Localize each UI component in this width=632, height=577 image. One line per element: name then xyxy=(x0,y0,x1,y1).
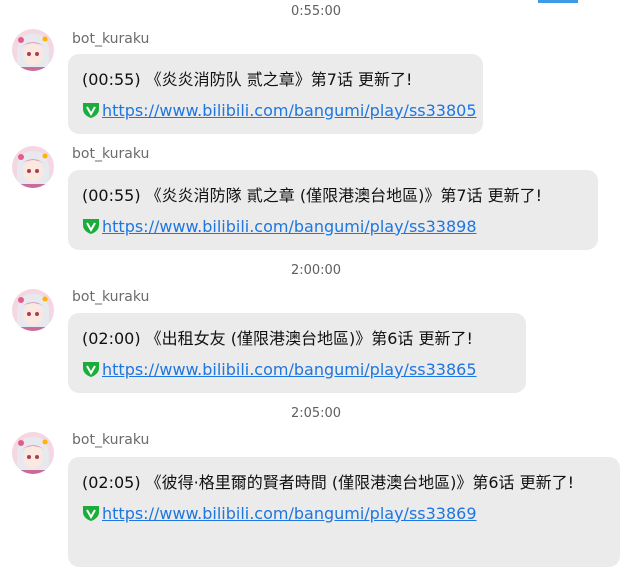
sender-name: bot_kuraku xyxy=(72,146,150,162)
anime-avatar-icon xyxy=(12,146,54,188)
link-row: https://www.bilibili.com/bangumi/play/ss… xyxy=(82,211,582,241)
link-row: https://www.bilibili.com/bangumi/play/ss… xyxy=(82,354,510,384)
sender-name: bot_kuraku xyxy=(72,31,150,47)
anime-avatar-icon xyxy=(12,432,54,474)
v-shield-icon xyxy=(82,101,100,119)
message-link[interactable]: https://www.bilibili.com/bangumi/play/ss… xyxy=(102,101,477,120)
message-link[interactable]: https://www.bilibili.com/bangumi/play/ss… xyxy=(102,217,477,236)
sender-name: bot_kuraku xyxy=(72,432,150,448)
avatar[interactable] xyxy=(12,29,54,71)
link-row: https://www.bilibili.com/bangumi/play/ss… xyxy=(82,95,477,125)
timestamp: 2:00:00 xyxy=(290,263,342,278)
scroll-indicator xyxy=(538,0,578,3)
message-bubble: (00:55) 《炎炎消防隊 貳之章 (僅限港澳台地區)》第7话 更新了! ht… xyxy=(68,170,598,250)
message-text: (00:55) 《炎炎消防队 贰之章》第7话 更新了! xyxy=(82,70,413,89)
anime-avatar-icon xyxy=(12,289,54,331)
message-text: (02:00) 《出租女友 (僅限港澳台地區)》第6话 更新了! xyxy=(82,329,473,348)
message-bubble: (02:05) 《彼得·格里爾的賢者時間 (僅限港澳台地區)》第6话 更新了! … xyxy=(68,457,620,567)
anime-avatar-icon xyxy=(12,29,54,71)
avatar[interactable] xyxy=(12,289,54,331)
v-shield-icon xyxy=(82,504,100,522)
message-text: (02:05) 《彼得·格里爾的賢者時間 (僅限港澳台地區)》第6话 更新了! xyxy=(82,473,575,492)
message-bubble: (02:00) 《出租女友 (僅限港澳台地區)》第6话 更新了! https:/… xyxy=(68,313,526,393)
v-shield-icon xyxy=(82,217,100,235)
avatar[interactable] xyxy=(12,146,54,188)
timestamp: 0:55:00 xyxy=(290,4,342,19)
timestamp: 2:05:00 xyxy=(290,406,342,421)
v-shield-icon xyxy=(82,360,100,378)
message-bubble: (00:55) 《炎炎消防队 贰之章》第7话 更新了! https://www.… xyxy=(68,54,483,134)
message-link[interactable]: https://www.bilibili.com/bangumi/play/ss… xyxy=(102,360,477,379)
sender-name: bot_kuraku xyxy=(72,289,150,305)
message-link[interactable]: https://www.bilibili.com/bangumi/play/ss… xyxy=(102,504,477,523)
avatar[interactable] xyxy=(12,432,54,474)
message-text: (00:55) 《炎炎消防隊 貳之章 (僅限港澳台地區)》第7话 更新了! xyxy=(82,186,543,205)
link-row: https://www.bilibili.com/bangumi/play/ss… xyxy=(82,498,604,528)
